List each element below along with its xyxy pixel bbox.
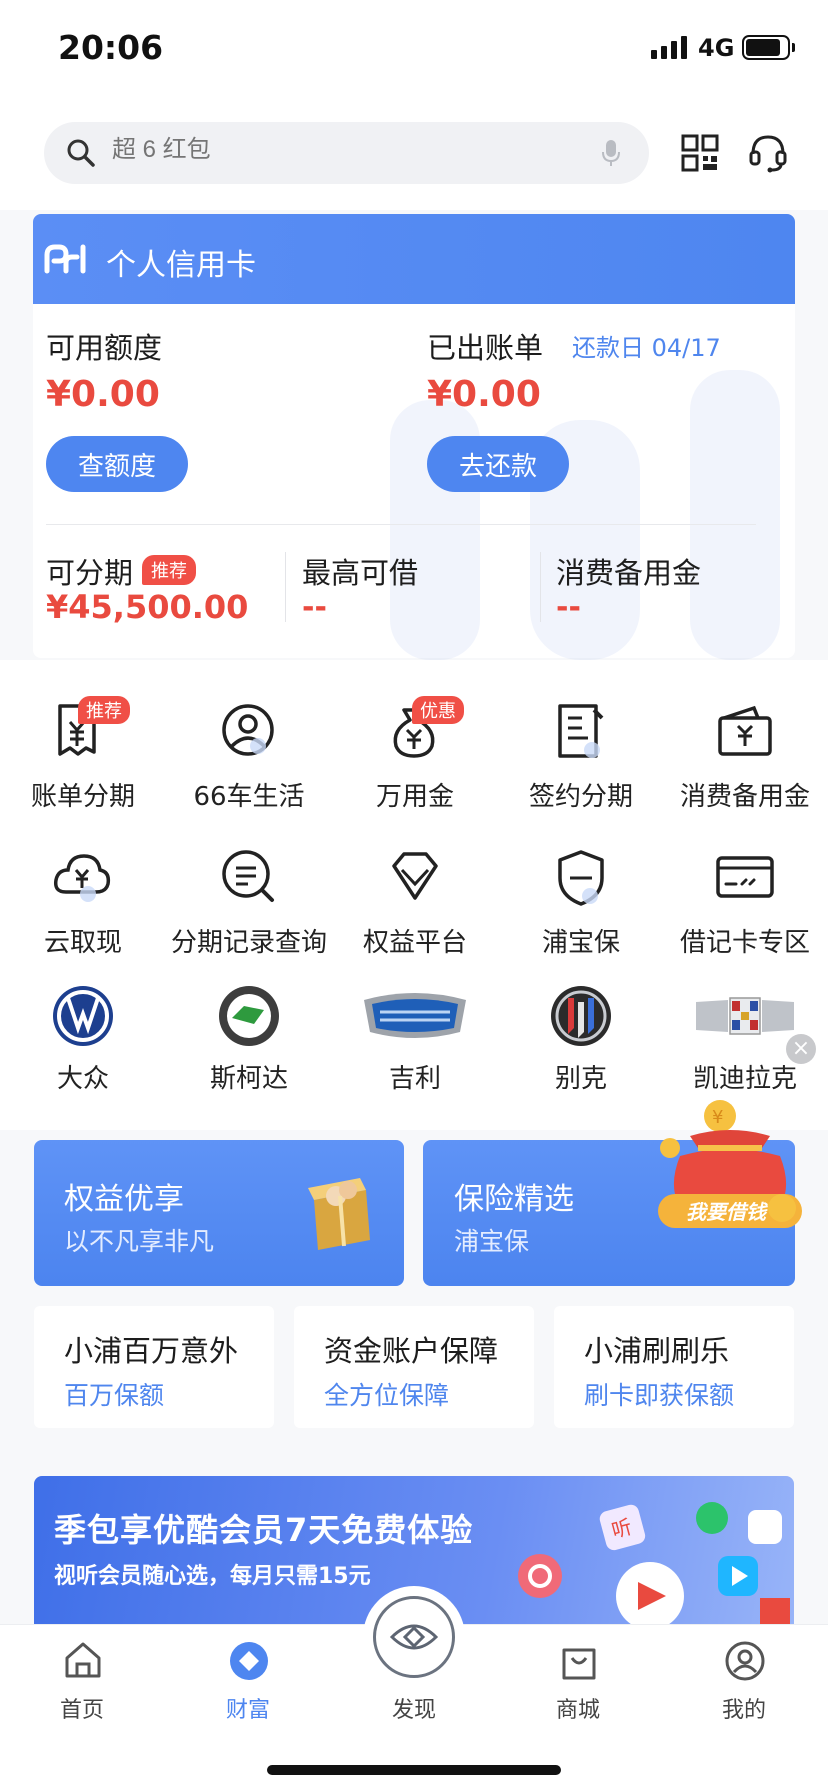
insurance-subtitle: 百万保额 [64,1381,165,1410]
promo-rights-subtitle: 以不凡享非凡 [64,1227,215,1256]
tab-label: 财富 [225,1698,270,1723]
grid-label: 消费备用金 [679,782,810,812]
tab-wealth[interactable]: 财富 [188,1636,308,1736]
recommend-badge: 推荐 [78,696,130,724]
volkswagen-logo-icon [53,986,113,1046]
contract-icon [558,704,604,758]
grid-label: 66车生活 [193,782,305,812]
grid-label: 权益平台 [362,928,467,958]
card-title: 个人信用卡 [106,248,256,283]
insurance-subtitle: 全方位保障 [324,1381,450,1410]
insurance-title: 小浦刷刷乐 [584,1334,730,1368]
discover-eye-icon [389,1624,439,1650]
available-limit-value: ¥0.00 [46,374,160,415]
search-input[interactable] [112,136,592,164]
gift-box-icon [308,1178,370,1250]
insurance-title: 资金账户保障 [324,1334,499,1368]
close-icon[interactable]: × [786,1034,816,1064]
battery-icon [742,35,790,60]
shop-bag-icon [562,1648,596,1680]
grid-label: 账单分期 [30,782,135,812]
borrow-money-label: 我要借钱 [686,1200,768,1224]
search-icon [67,139,95,167]
debit-card-icon [716,856,774,898]
discount-badge: 优惠 [412,696,464,724]
reserve-fund-label[interactable]: 消费备用金 [556,550,701,592]
tab-label: 我的 [721,1698,766,1723]
qr-scan-icon[interactable] [680,133,720,173]
grid-label: 借记卡专区 [679,928,810,958]
cadillac-logo-icon [696,997,794,1035]
home-icon [65,1642,101,1678]
grid-label: 吉利 [388,1064,441,1094]
grid-label: 云取现 [43,928,122,958]
geely-logo-icon [364,993,466,1038]
network-type: 4G [698,34,735,62]
available-limit-label: 可用额度 [46,331,163,365]
repay-button[interactable]: 去还款 [427,436,569,492]
diamond-icon [392,852,438,900]
skoda-logo-icon [219,986,279,1046]
tab-shop[interactable]: 商城 [518,1636,638,1736]
max-loan-value: -- [302,590,327,625]
banner-title: 季包享优酷会员7天免费体验 [54,1511,474,1549]
grid-label: 斯柯达 [209,1064,288,1094]
grid-label: 分期记录查询 [170,928,327,958]
tab-label: 首页 [59,1698,104,1723]
promo-insurance-title: 保险精选 [454,1182,574,1217]
tab-home[interactable]: 首页 [22,1636,142,1736]
due-date: 还款日 04/17 [572,334,721,362]
profile-icon [725,1641,765,1681]
max-loan-label[interactable]: 最高可借 [302,550,418,592]
tab-discover[interactable] [373,1596,455,1678]
insurance-subtitle: 刷卡即获保额 [584,1381,735,1410]
divider [540,552,541,622]
record-search-icon [222,850,274,902]
lucky-bag-float-icon[interactable]: ¥ 我要借钱 [650,1096,810,1246]
cloud-cash-icon [53,854,111,902]
tab-label[interactable]: 发现 [354,1692,474,1724]
promo-insurance-subtitle: 浦宝保 [454,1227,530,1256]
signal-icon [651,35,687,59]
grid-label: 浦宝保 [541,928,620,958]
divider [46,524,756,525]
shield-icon [558,850,604,906]
reserve-fund-value: -- [556,590,581,625]
bill-value: ¥0.00 [427,374,541,415]
wealth-icon [230,1642,268,1680]
grid-label: 大众 [56,1064,109,1094]
check-limit-button[interactable]: 查额度 [46,436,188,492]
home-indicator [267,1765,561,1775]
media-apps-icon: 听 [518,1502,790,1626]
divider [285,552,286,622]
grid-label: 别克 [554,1064,607,1094]
wallet-icon [718,705,772,756]
installment-value[interactable]: ¥45,500.00 [46,588,248,626]
tab-profile[interactable]: 我的 [684,1636,804,1736]
insurance-title: 小浦百万意外 [64,1334,239,1368]
banner-subtitle: 视听会员随心选，每月只需15元 [54,1564,371,1589]
buick-logo-icon [551,986,611,1046]
car-life-icon [222,704,274,756]
installment-label[interactable]: 可分期 [46,550,133,592]
recommend-badge: 推荐 [142,555,196,585]
battery-tip [792,43,795,52]
grid-label: 签约分期 [528,782,633,812]
status-time: 20:06 [58,28,164,67]
customer-service-icon[interactable] [748,132,788,174]
promo-rights-title: 权益优享 [64,1182,184,1217]
svg-text:¥: ¥ [712,1107,723,1128]
microphone-icon[interactable] [601,138,621,168]
grid-label: 万用金 [375,782,454,812]
bill-label: 已出账单 [427,331,544,365]
tab-label: 商城 [555,1698,600,1723]
spdb-logo-icon [44,244,86,274]
